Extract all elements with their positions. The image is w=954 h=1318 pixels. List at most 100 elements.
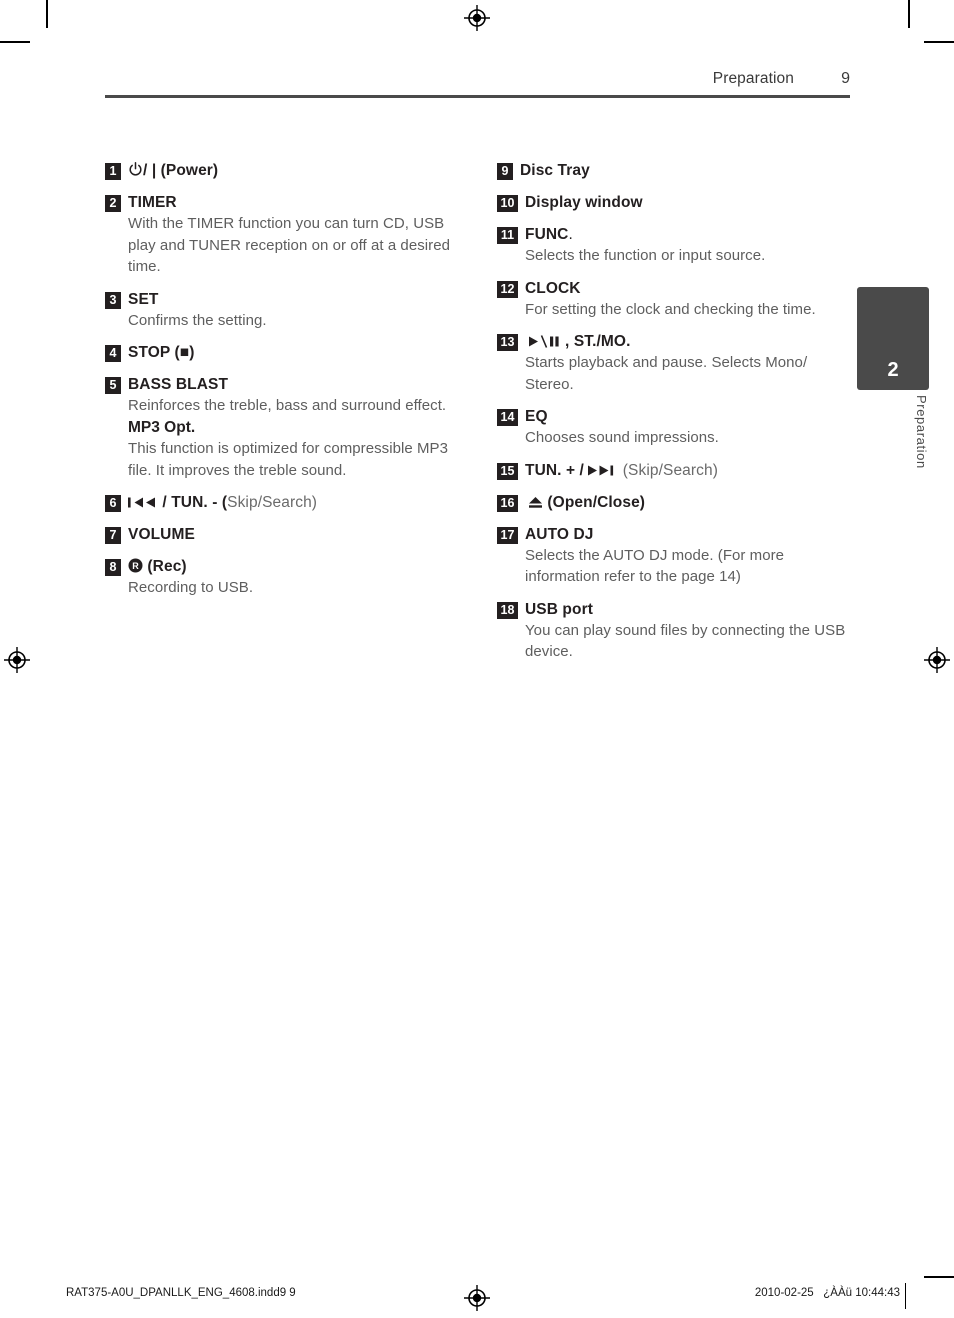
power-icon bbox=[128, 162, 143, 177]
item-number-badge: 9 bbox=[497, 163, 513, 180]
header-page-number: 9 bbox=[841, 70, 850, 87]
crop-mark-top-right-vertical bbox=[908, 0, 910, 28]
left-column: 1 / | (Power) 2 TIMER With the TIMER fun… bbox=[105, 160, 457, 674]
list-item: 6 / TUN. - (Skip/Search) bbox=[105, 492, 457, 513]
item-description: For setting the clock and checking the t… bbox=[525, 300, 816, 318]
item-number-badge: 13 bbox=[497, 334, 518, 351]
list-item: 13 , ST./MO. Starts playback and pause. … bbox=[497, 331, 849, 395]
item-number-badge: 1 bbox=[105, 163, 121, 180]
item-number-badge: 4 bbox=[105, 345, 121, 362]
list-item: 7 VOLUME bbox=[105, 524, 457, 545]
item-title: Disc Tray bbox=[520, 162, 590, 179]
crop-mark-bottom-right-horizontal bbox=[924, 1276, 954, 1278]
item-title: / | (Power) bbox=[128, 160, 457, 181]
list-item: 10 Display window bbox=[497, 192, 849, 213]
play-pause-icon bbox=[529, 335, 565, 348]
item-title-punctuation: . bbox=[568, 226, 573, 243]
chapter-tab-number: 2 bbox=[887, 359, 899, 381]
list-item: 8 R (Rec) Recording to USB. bbox=[105, 556, 457, 599]
item-number-badge: 14 bbox=[497, 409, 518, 426]
item-number-badge: 5 bbox=[105, 377, 121, 394]
list-item: 9 Disc Tray bbox=[497, 160, 849, 181]
item-title: STOP (■) bbox=[128, 342, 457, 363]
registration-mark-left bbox=[4, 647, 30, 673]
registration-mark-top bbox=[464, 5, 490, 31]
list-item: 17 AUTO DJ Selects the AUTO DJ mode. (Fo… bbox=[497, 524, 849, 588]
item-number-badge: 18 bbox=[497, 601, 518, 619]
chapter-tab-label: Preparation bbox=[914, 395, 929, 469]
registration-mark-right bbox=[924, 647, 950, 673]
item-number-badge: 15 bbox=[497, 462, 518, 480]
header-divider bbox=[105, 95, 850, 98]
item-title: CLOCK bbox=[525, 279, 581, 297]
list-item: 2 TIMER With the TIMER function you can … bbox=[105, 192, 457, 278]
footer-timestamp: 2010-02-25 ¿ÀÀü 10:44:43 bbox=[754, 1287, 900, 1299]
item-title: FUNC. bbox=[525, 224, 849, 245]
svg-text:R: R bbox=[132, 561, 139, 571]
item-title: USB port bbox=[525, 600, 593, 618]
item-title-note: Skip/Search) bbox=[227, 494, 318, 511]
item-number-badge: 17 bbox=[497, 526, 518, 544]
crop-mark-top-right-horizontal bbox=[924, 41, 954, 43]
footer-file-name: RAT375-A0U_DPANLLK_ENG_4608.indd9 9 bbox=[66, 1287, 296, 1299]
item-title-text: / | (Power) bbox=[143, 162, 219, 179]
item-description: Chooses sound impressions. bbox=[525, 429, 719, 446]
item-description: Confirms the setting. bbox=[128, 311, 267, 329]
header-section-title: Preparation bbox=[712, 70, 794, 87]
item-title-text: (Rec) bbox=[147, 558, 187, 575]
item-title: VOLUME bbox=[128, 526, 195, 543]
eject-icon bbox=[528, 496, 543, 509]
item-number-badge: 16 bbox=[497, 494, 518, 512]
list-item: 12 CLOCK For setting the clock and check… bbox=[497, 278, 849, 321]
item-title-text: TUN. + / bbox=[525, 461, 584, 479]
list-item: 5 BASS BLAST Reinforces the treble, bass… bbox=[105, 374, 457, 481]
item-title: SET bbox=[128, 290, 159, 308]
item-title-text: (Open/Close) bbox=[547, 493, 646, 511]
list-item: 15 TUN. + / (Skip/Search) bbox=[497, 460, 849, 481]
footer-divider bbox=[904, 1283, 906, 1309]
page-footer: RAT375-A0U_DPANLLK_ENG_4608.indd9 9 2010… bbox=[0, 1283, 954, 1311]
item-description: Selects the function or input source. bbox=[525, 247, 766, 264]
item-number-badge: 7 bbox=[105, 527, 121, 544]
item-title: R (Rec) bbox=[128, 556, 457, 577]
skip-back-icon bbox=[128, 496, 158, 509]
item-number-badge: 2 bbox=[105, 195, 121, 212]
item-description-secondary: This function is optimized for compressi… bbox=[128, 440, 448, 479]
list-item: 4 STOP (■) bbox=[105, 342, 457, 363]
item-description: Starts playback and pause. Selects Mono/… bbox=[525, 354, 808, 393]
stop-icon: (■) bbox=[174, 344, 195, 361]
item-title-text: , ST./MO. bbox=[565, 333, 631, 350]
item-title-note: (Skip/Search) bbox=[622, 461, 718, 479]
item-title: BASS BLAST bbox=[128, 376, 229, 393]
item-description: Selects the AUTO DJ mode. (For more info… bbox=[525, 546, 785, 586]
content-columns: 1 / | (Power) 2 TIMER With the TIMER fun… bbox=[105, 160, 850, 674]
item-title: Display window bbox=[525, 194, 643, 211]
item-title-text: STOP bbox=[128, 344, 171, 361]
skip-forward-icon bbox=[588, 464, 618, 477]
list-item: 1 / | (Power) bbox=[105, 160, 457, 181]
list-item: 18 USB port You can play sound files by … bbox=[497, 599, 849, 663]
crop-mark-top-left-vertical bbox=[46, 0, 48, 28]
item-number-badge: 8 bbox=[105, 559, 121, 576]
item-description: Recording to USB. bbox=[128, 579, 254, 596]
crop-mark-top-left-horizontal bbox=[0, 41, 30, 43]
item-title: TIMER bbox=[128, 194, 177, 211]
item-title: EQ bbox=[525, 408, 548, 425]
item-title: TUN. + / (Skip/Search) bbox=[525, 460, 849, 481]
item-title: , ST./MO. bbox=[525, 331, 849, 352]
item-number-badge: 3 bbox=[105, 291, 121, 309]
right-column: 9 Disc Tray 10 Display window 11 FUNC. S… bbox=[497, 160, 849, 674]
item-description: Reinforces the treble, bass and surround… bbox=[128, 397, 447, 414]
item-number-badge: 11 bbox=[497, 227, 518, 244]
item-title: AUTO DJ bbox=[525, 525, 594, 543]
item-subtitle: MP3 Opt. bbox=[128, 418, 196, 436]
list-item: 3 SET Confirms the setting. bbox=[105, 289, 457, 332]
item-number-badge: 6 bbox=[105, 495, 121, 512]
chapter-tab: 2 bbox=[857, 287, 929, 390]
item-description: With the TIMER function you can turn CD,… bbox=[128, 215, 450, 275]
item-description: You can play sound files by connecting t… bbox=[525, 621, 846, 661]
item-title-text: / TUN. - ( bbox=[162, 494, 228, 511]
item-title: / TUN. - (Skip/Search) bbox=[128, 492, 457, 513]
page-header: Preparation 9 bbox=[105, 70, 850, 98]
list-item: 14 EQ Chooses sound impressions. bbox=[497, 406, 849, 449]
